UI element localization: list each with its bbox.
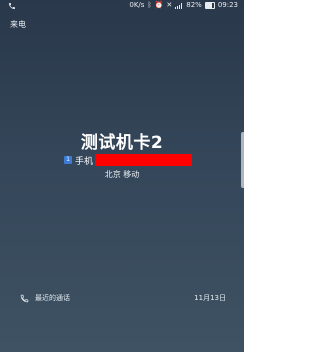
recent-calls-date: 11月13日 bbox=[194, 294, 226, 302]
incoming-call-label: 来电 bbox=[10, 20, 26, 29]
network-speed: 0K/s bbox=[129, 1, 145, 9]
incoming-call-screen: 0K/s ᛒ ⏰ ✕ 82% 09:23 来电 测试机卡2 1 手机 北京 移动… bbox=[0, 0, 244, 352]
status-right: 0K/s ᛒ ⏰ ✕ 82% 09:23 bbox=[129, 0, 238, 11]
status-time: 09:23 bbox=[217, 1, 238, 9]
bluetooth-icon: ᛒ bbox=[147, 1, 152, 9]
number-type: 手机 bbox=[75, 156, 94, 167]
recent-call-phone-icon bbox=[20, 294, 29, 302]
signal-icon bbox=[175, 2, 183, 9]
alarm-icon: ⏰ bbox=[154, 1, 164, 9]
status-left bbox=[8, 0, 16, 11]
edge-handle[interactable] bbox=[241, 132, 244, 188]
caller-number-row: 1 手机 bbox=[64, 154, 193, 167]
sim-badge: 1 bbox=[64, 156, 72, 164]
mute-icon: ✕ bbox=[166, 1, 173, 9]
redacted-number bbox=[95, 154, 193, 166]
battery-percent: 82% bbox=[186, 1, 202, 9]
recent-calls-label: 最近的通话 bbox=[35, 294, 70, 302]
phone-icon bbox=[9, 2, 15, 9]
caller-name: 测试机卡2 bbox=[80, 133, 164, 153]
caller-location: 北京 移动 bbox=[104, 170, 140, 179]
battery-icon bbox=[204, 2, 215, 9]
status-bar: 0K/s ᛒ ⏰ ✕ 82% 09:23 bbox=[0, 0, 244, 11]
recent-calls-row[interactable]: 最近的通话 11月13日 bbox=[20, 292, 226, 304]
